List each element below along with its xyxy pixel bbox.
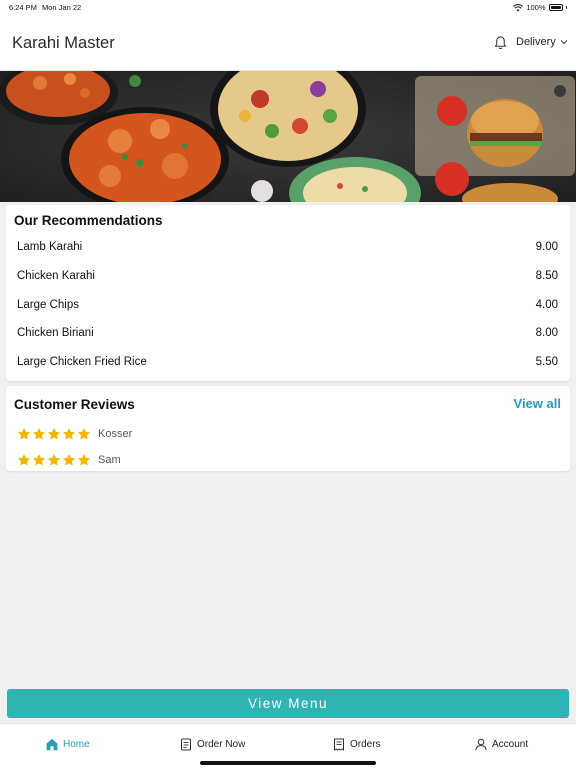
home-icon (46, 738, 58, 751)
recommendation-item[interactable]: Chicken Karahi 8.50 (17, 262, 558, 291)
review-item: Sam (17, 453, 121, 467)
bell-icon[interactable] (493, 35, 508, 50)
item-price: 5.50 (535, 356, 558, 369)
hero-banner-image (0, 71, 576, 202)
tab-account[interactable]: Account (475, 738, 528, 751)
item-name: Chicken Biriani (17, 327, 94, 340)
wifi-icon (513, 3, 524, 11)
tab-home-label: Home (63, 739, 90, 750)
order-mode-label: Delivery (516, 36, 556, 48)
star-icon (32, 454, 46, 466)
recommendation-item[interactable]: Chicken Biriani 8.00 (17, 319, 558, 348)
star-icon (17, 454, 31, 466)
recommendations-card: Our Recommendations Lamb Karahi 9.00 Chi… (6, 205, 570, 381)
item-price: 8.50 (535, 270, 558, 283)
restaurant-title: Karahi Master (12, 34, 115, 52)
tab-order-now[interactable]: Order Now (180, 738, 245, 751)
home-indicator (200, 761, 376, 765)
status-bar: 6:24 PM Mon Jan 22 100% (0, 0, 576, 14)
reviews-title: Customer Reviews (14, 397, 135, 412)
star-icon (62, 428, 76, 440)
reviewer-name: Kosser (98, 428, 133, 440)
tab-orders-label: Orders (350, 739, 381, 750)
tab-account-label: Account (492, 739, 529, 750)
battery-percent: 100% (526, 3, 546, 12)
view-all-link[interactable]: View all (514, 396, 561, 411)
orders-icon (334, 738, 344, 751)
order-mode-selector[interactable]: Delivery (516, 36, 568, 48)
recommendation-item[interactable]: Large Chicken Fried Rice 5.50 (17, 348, 558, 377)
account-icon (475, 738, 487, 751)
tab-order-now-label: Order Now (197, 739, 246, 750)
review-item: Kosser (17, 427, 132, 441)
recommendations-title: Our Recommendations (14, 213, 163, 228)
chevron-down-icon (560, 40, 568, 45)
item-name: Large Chips (17, 298, 80, 311)
app-header: Karahi Master Delivery (0, 14, 576, 71)
status-right: 100% (513, 3, 567, 12)
star-rating (17, 453, 91, 467)
star-icon (77, 454, 91, 466)
status-date: Mon Jan 22 (42, 3, 82, 12)
item-name: Large Chicken Fried Rice (17, 356, 147, 369)
view-menu-button[interactable]: View Menu (7, 689, 569, 718)
recommendations-list: Lamb Karahi 9.00 Chicken Karahi 8.50 Lar… (17, 233, 558, 376)
customer-reviews-card: Customer Reviews View all Kosser Sam (6, 386, 570, 471)
item-price: 8.00 (535, 327, 558, 340)
tab-orders[interactable]: Orders (333, 738, 381, 751)
star-icon (47, 454, 61, 466)
star-rating (17, 427, 91, 441)
recommendation-item[interactable]: Large Chips 4.00 (17, 290, 558, 319)
item-price: 9.00 (535, 241, 558, 254)
status-time: 6:24 PM (9, 3, 37, 12)
order-now-icon (181, 738, 191, 751)
star-icon (77, 428, 91, 440)
battery-icon (548, 4, 563, 11)
star-icon (62, 454, 76, 466)
star-icon (17, 428, 31, 440)
tab-home[interactable]: Home (46, 738, 90, 751)
item-name: Lamb Karahi (17, 241, 83, 254)
item-price: 4.00 (535, 298, 558, 311)
reviewer-name: Sam (98, 454, 121, 466)
item-name: Chicken Karahi (17, 270, 95, 283)
bottom-tab-bar: Home Order Now Orders Account (0, 723, 576, 768)
recommendation-item[interactable]: Lamb Karahi 9.00 (17, 233, 558, 262)
star-icon (32, 428, 46, 440)
star-icon (47, 428, 61, 440)
